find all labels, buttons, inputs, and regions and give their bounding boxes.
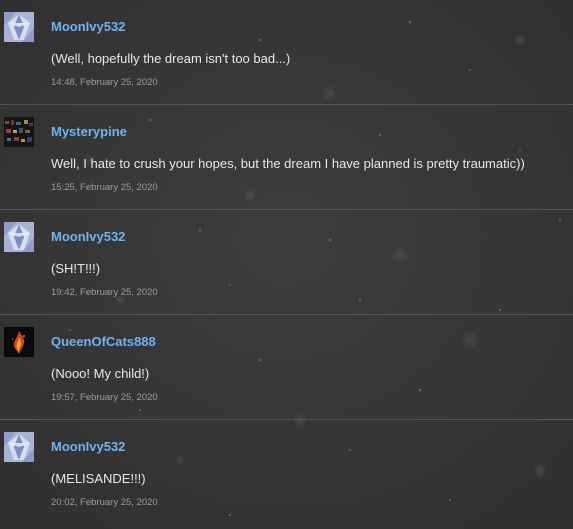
comment-item: MoonIvy532 (MELISANDE!!!) 20:02, Februar… [0,420,573,528]
comment-timestamp: 14:48, February 25, 2020 [51,77,158,88]
author-name[interactable]: QueenOfCats888 [51,334,156,349]
comment-text: (SH!T!!!) [51,261,101,276]
author-name[interactable]: Mysterypine [51,124,127,139]
flame-avatar-icon[interactable] [4,327,34,357]
comment-timestamp: 20:02, February 25, 2020 [51,497,158,508]
comment-item: Mysterypine Well, I hate to crush your h… [0,105,573,210]
crystal-avatar-icon[interactable] [4,432,34,462]
crystal-avatar-icon[interactable] [4,222,34,252]
comment-item: QueenOfCats888 (Nooo! My child!) 19:57, … [0,315,573,420]
comment-item: MoonIvy532 (Well, hopefully the dream is… [0,0,573,105]
comment-text: (Nooo! My child!) [51,366,150,381]
comment-text: (MELISANDE!!!) [51,471,146,486]
comment-timestamp: 19:57, February 25, 2020 [51,392,158,403]
comment-timestamp: 15:25, February 25, 2020 [51,182,158,193]
comment-timestamp: 19:42, February 25, 2020 [51,287,158,298]
crystal-avatar-icon[interactable] [4,12,34,42]
city-lights-avatar-icon[interactable] [4,117,34,147]
comment-text: Well, I hate to crush your hopes, but th… [51,156,525,171]
comment-text: (Well, hopefully the dream isn't too bad… [51,51,291,66]
author-name[interactable]: MoonIvy532 [51,439,125,454]
author-name[interactable]: MoonIvy532 [51,229,125,244]
comment-item: MoonIvy532 (SH!T!!!) 19:42, February 25,… [0,210,573,315]
author-name[interactable]: MoonIvy532 [51,19,125,34]
comment-feed: MoonIvy532 (Well, hopefully the dream is… [0,0,573,528]
